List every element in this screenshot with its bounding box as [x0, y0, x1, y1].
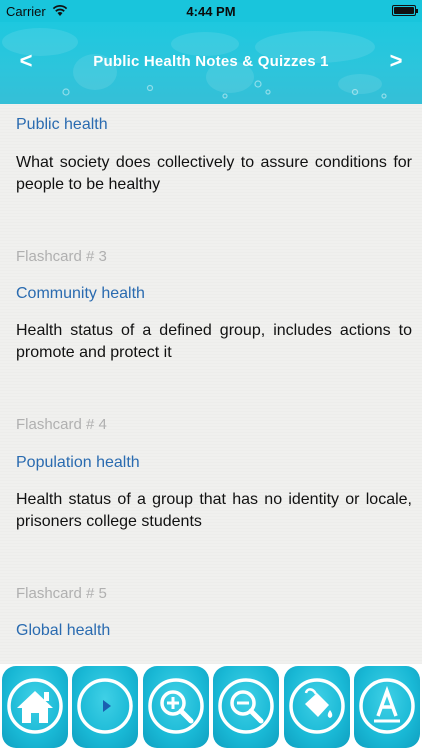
- flashcard-definition: Health status of a defined group, includ…: [16, 322, 412, 361]
- zoom-in-icon: [148, 678, 204, 734]
- flashcard-term: Community health: [16, 285, 145, 302]
- zoom-out-icon: [218, 678, 274, 734]
- home-icon: [7, 678, 63, 734]
- flashcard-term: Public health: [16, 116, 108, 133]
- forward-button[interactable]: >: [382, 48, 410, 76]
- flashcard-term: Population health: [16, 454, 140, 471]
- page-title: Public Health Notes & Quizzes 1: [93, 53, 329, 70]
- play-icon: [77, 678, 133, 734]
- font-icon: [359, 678, 415, 734]
- flashcard-number: Flashcard # 4: [16, 416, 107, 433]
- navigation-bar: < Public Health Notes & Quizzes 1 >: [0, 22, 422, 104]
- zoom-in-button[interactable]: [143, 666, 209, 748]
- flashcard-term: Global health: [16, 622, 111, 639]
- bottom-toolbar: [0, 664, 422, 750]
- flashcard-number: Flashcard # 3: [16, 248, 107, 265]
- clock: 4:44 PM: [186, 4, 236, 19]
- flashcard-definition: What society does collectively to assure…: [16, 154, 412, 193]
- flashcard-list[interactable]: Public health What society does collecti…: [0, 104, 422, 664]
- battery-icon: [392, 5, 418, 16]
- home-button[interactable]: [2, 666, 68, 748]
- play-button[interactable]: [72, 666, 138, 748]
- flashcard-definition: Health status of a group that has no ide…: [16, 491, 412, 530]
- background-color-button[interactable]: [284, 666, 350, 748]
- font-button[interactable]: [354, 666, 420, 748]
- paint-bucket-icon: [289, 678, 345, 734]
- flashcard-number: Flashcard # 5: [16, 585, 107, 602]
- status-bar: Carrier 4:44 PM: [0, 0, 422, 22]
- back-button[interactable]: <: [12, 48, 40, 76]
- zoom-out-button[interactable]: [213, 666, 279, 748]
